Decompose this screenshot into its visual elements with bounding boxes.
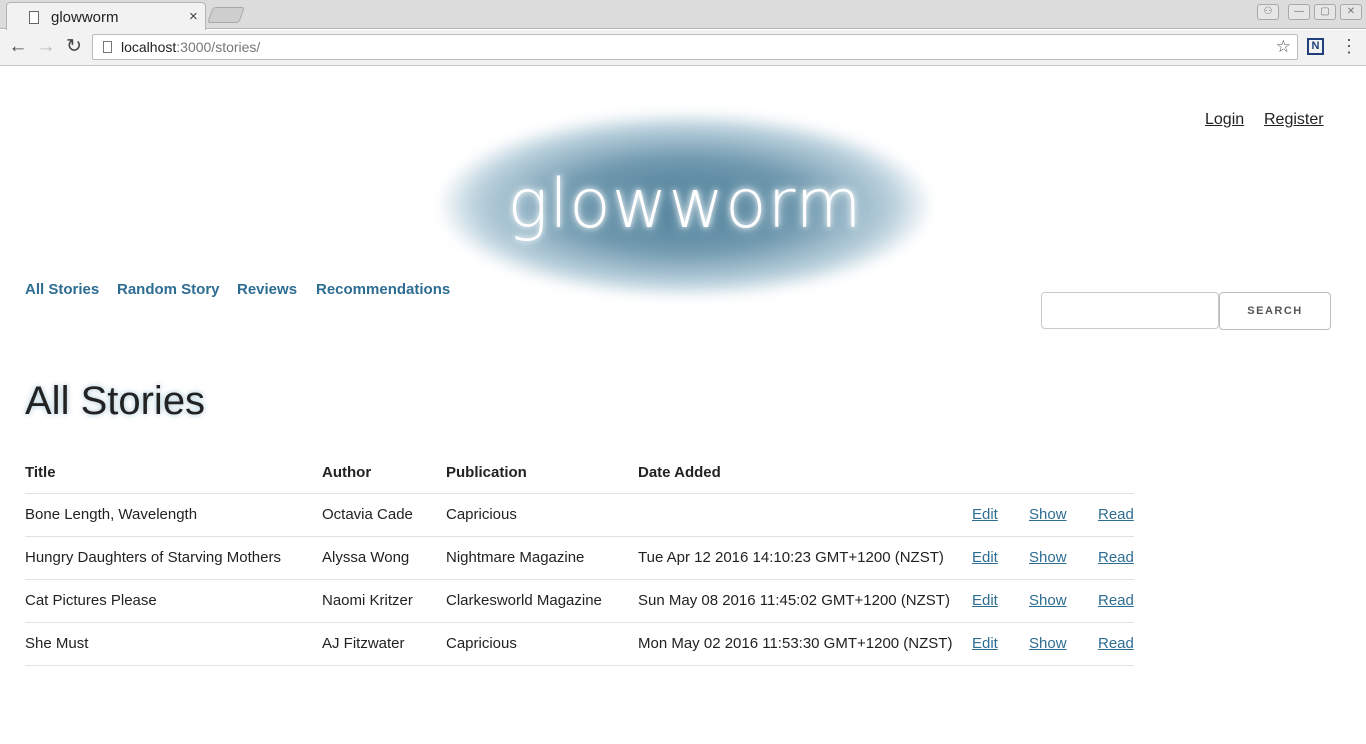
column-header-show: [1029, 453, 1098, 494]
table-row: She Must AJ Fitzwater Capricious Mon May…: [25, 622, 1134, 666]
address-bar[interactable]: localhost:3000/stories/ ☆: [92, 34, 1298, 60]
user-profile-icon[interactable]: ⚇: [1257, 4, 1279, 20]
extension-icon[interactable]: N: [1307, 38, 1324, 55]
close-window-button[interactable]: ✕: [1340, 4, 1362, 20]
read-cell: Read: [1098, 493, 1134, 537]
column-header-title: Title: [25, 453, 322, 494]
browser-toolbar: ← → ↻ localhost:3000/stories/ ☆ N ⋮: [0, 30, 1366, 66]
edit-cell: Edit: [972, 579, 1029, 623]
read-link[interactable]: Read: [1098, 549, 1134, 566]
story-date-added: Tue Apr 12 2016 14:10:23 GMT+1200 (NZST): [638, 536, 972, 580]
table-header-row: Title Author Publication Date Added: [25, 453, 1134, 494]
nav-reviews[interactable]: Reviews: [237, 281, 297, 298]
nav-recommendations[interactable]: Recommendations: [316, 281, 450, 298]
url-path: :3000/stories/: [176, 39, 261, 55]
story-date-added: [638, 493, 972, 537]
bookmark-star-icon[interactable]: ☆: [1276, 37, 1291, 57]
read-link[interactable]: Read: [1098, 635, 1134, 652]
read-link[interactable]: Read: [1098, 506, 1134, 523]
browser-menu-icon[interactable]: ⋮: [1340, 36, 1358, 57]
page-content: Login Register glowworm All Stories Rand…: [0, 67, 1366, 744]
story-author: Octavia Cade: [322, 493, 446, 537]
table-row: Cat Pictures Please Naomi Kritzer Clarke…: [25, 579, 1134, 623]
story-publication: Capricious: [446, 493, 638, 537]
nav-random-story[interactable]: Random Story: [117, 281, 220, 298]
read-link[interactable]: Read: [1098, 592, 1134, 609]
show-link[interactable]: Show: [1029, 592, 1067, 609]
reload-icon[interactable]: ↻: [62, 36, 86, 58]
login-link[interactable]: Login: [1205, 111, 1244, 129]
read-cell: Read: [1098, 622, 1134, 666]
read-cell: Read: [1098, 579, 1134, 623]
column-header-publication: Publication: [446, 453, 638, 494]
edit-cell: Edit: [972, 622, 1029, 666]
edit-cell: Edit: [972, 536, 1029, 580]
show-cell: Show: [1029, 579, 1098, 623]
back-icon[interactable]: ←: [6, 36, 30, 58]
show-link[interactable]: Show: [1029, 549, 1067, 566]
story-publication: Clarkesworld Magazine: [446, 579, 638, 623]
edit-link[interactable]: Edit: [972, 592, 998, 609]
column-header-read: [1098, 453, 1134, 494]
minimize-button[interactable]: —: [1288, 4, 1310, 20]
browser-tab[interactable]: glowworm ×: [6, 2, 206, 30]
edit-link[interactable]: Edit: [972, 506, 998, 523]
show-cell: Show: [1029, 622, 1098, 666]
column-header-author: Author: [322, 453, 446, 494]
tab-title: glowworm: [51, 9, 119, 26]
url-host: localhost: [121, 39, 177, 55]
tab-close-icon[interactable]: ×: [189, 8, 198, 25]
register-link[interactable]: Register: [1264, 111, 1324, 129]
stories-table: Title Author Publication Date Added Bone…: [25, 453, 1134, 666]
story-publication: Nightmare Magazine: [446, 536, 638, 580]
story-title: Hungry Daughters of Starving Mothers: [25, 536, 322, 580]
edit-cell: Edit: [972, 493, 1029, 537]
show-link[interactable]: Show: [1029, 635, 1067, 652]
show-cell: Show: [1029, 536, 1098, 580]
search-button[interactable]: SEARCH: [1219, 292, 1331, 330]
story-title: Bone Length, Wavelength: [25, 493, 322, 537]
page-info-icon[interactable]: [103, 41, 112, 53]
story-author: AJ Fitzwater: [322, 622, 446, 666]
column-header-edit: [972, 453, 1029, 494]
story-publication: Capricious: [446, 622, 638, 666]
new-tab-button[interactable]: [207, 7, 245, 23]
page-icon: [29, 11, 39, 24]
edit-link[interactable]: Edit: [972, 635, 998, 652]
column-header-date-added: Date Added: [638, 453, 972, 494]
maximize-button[interactable]: ▢: [1314, 4, 1336, 20]
story-date-added: Mon May 02 2016 11:53:30 GMT+1200 (NZST): [638, 622, 972, 666]
nav-all-stories[interactable]: All Stories: [25, 281, 99, 298]
read-cell: Read: [1098, 536, 1134, 580]
table-row: Hungry Daughters of Starving Mothers Aly…: [25, 536, 1134, 580]
browser-tab-bar: glowworm × ⚇ — ▢ ✕: [0, 0, 1366, 30]
search-input[interactable]: [1041, 292, 1219, 329]
table-row: Bone Length, Wavelength Octavia Cade Cap…: [25, 493, 1134, 537]
address-url: localhost:3000/stories/: [121, 39, 260, 55]
story-title: She Must: [25, 622, 322, 666]
site-logo[interactable]: glowworm: [440, 165, 930, 244]
story-title: Cat Pictures Please: [25, 579, 322, 623]
show-link[interactable]: Show: [1029, 506, 1067, 523]
forward-icon[interactable]: →: [34, 36, 58, 58]
story-date-added: Sun May 08 2016 11:45:02 GMT+1200 (NZST): [638, 579, 972, 623]
show-cell: Show: [1029, 493, 1098, 537]
story-author: Naomi Kritzer: [322, 579, 446, 623]
story-author: Alyssa Wong: [322, 536, 446, 580]
edit-link[interactable]: Edit: [972, 549, 998, 566]
page-title: All Stories: [25, 379, 206, 423]
